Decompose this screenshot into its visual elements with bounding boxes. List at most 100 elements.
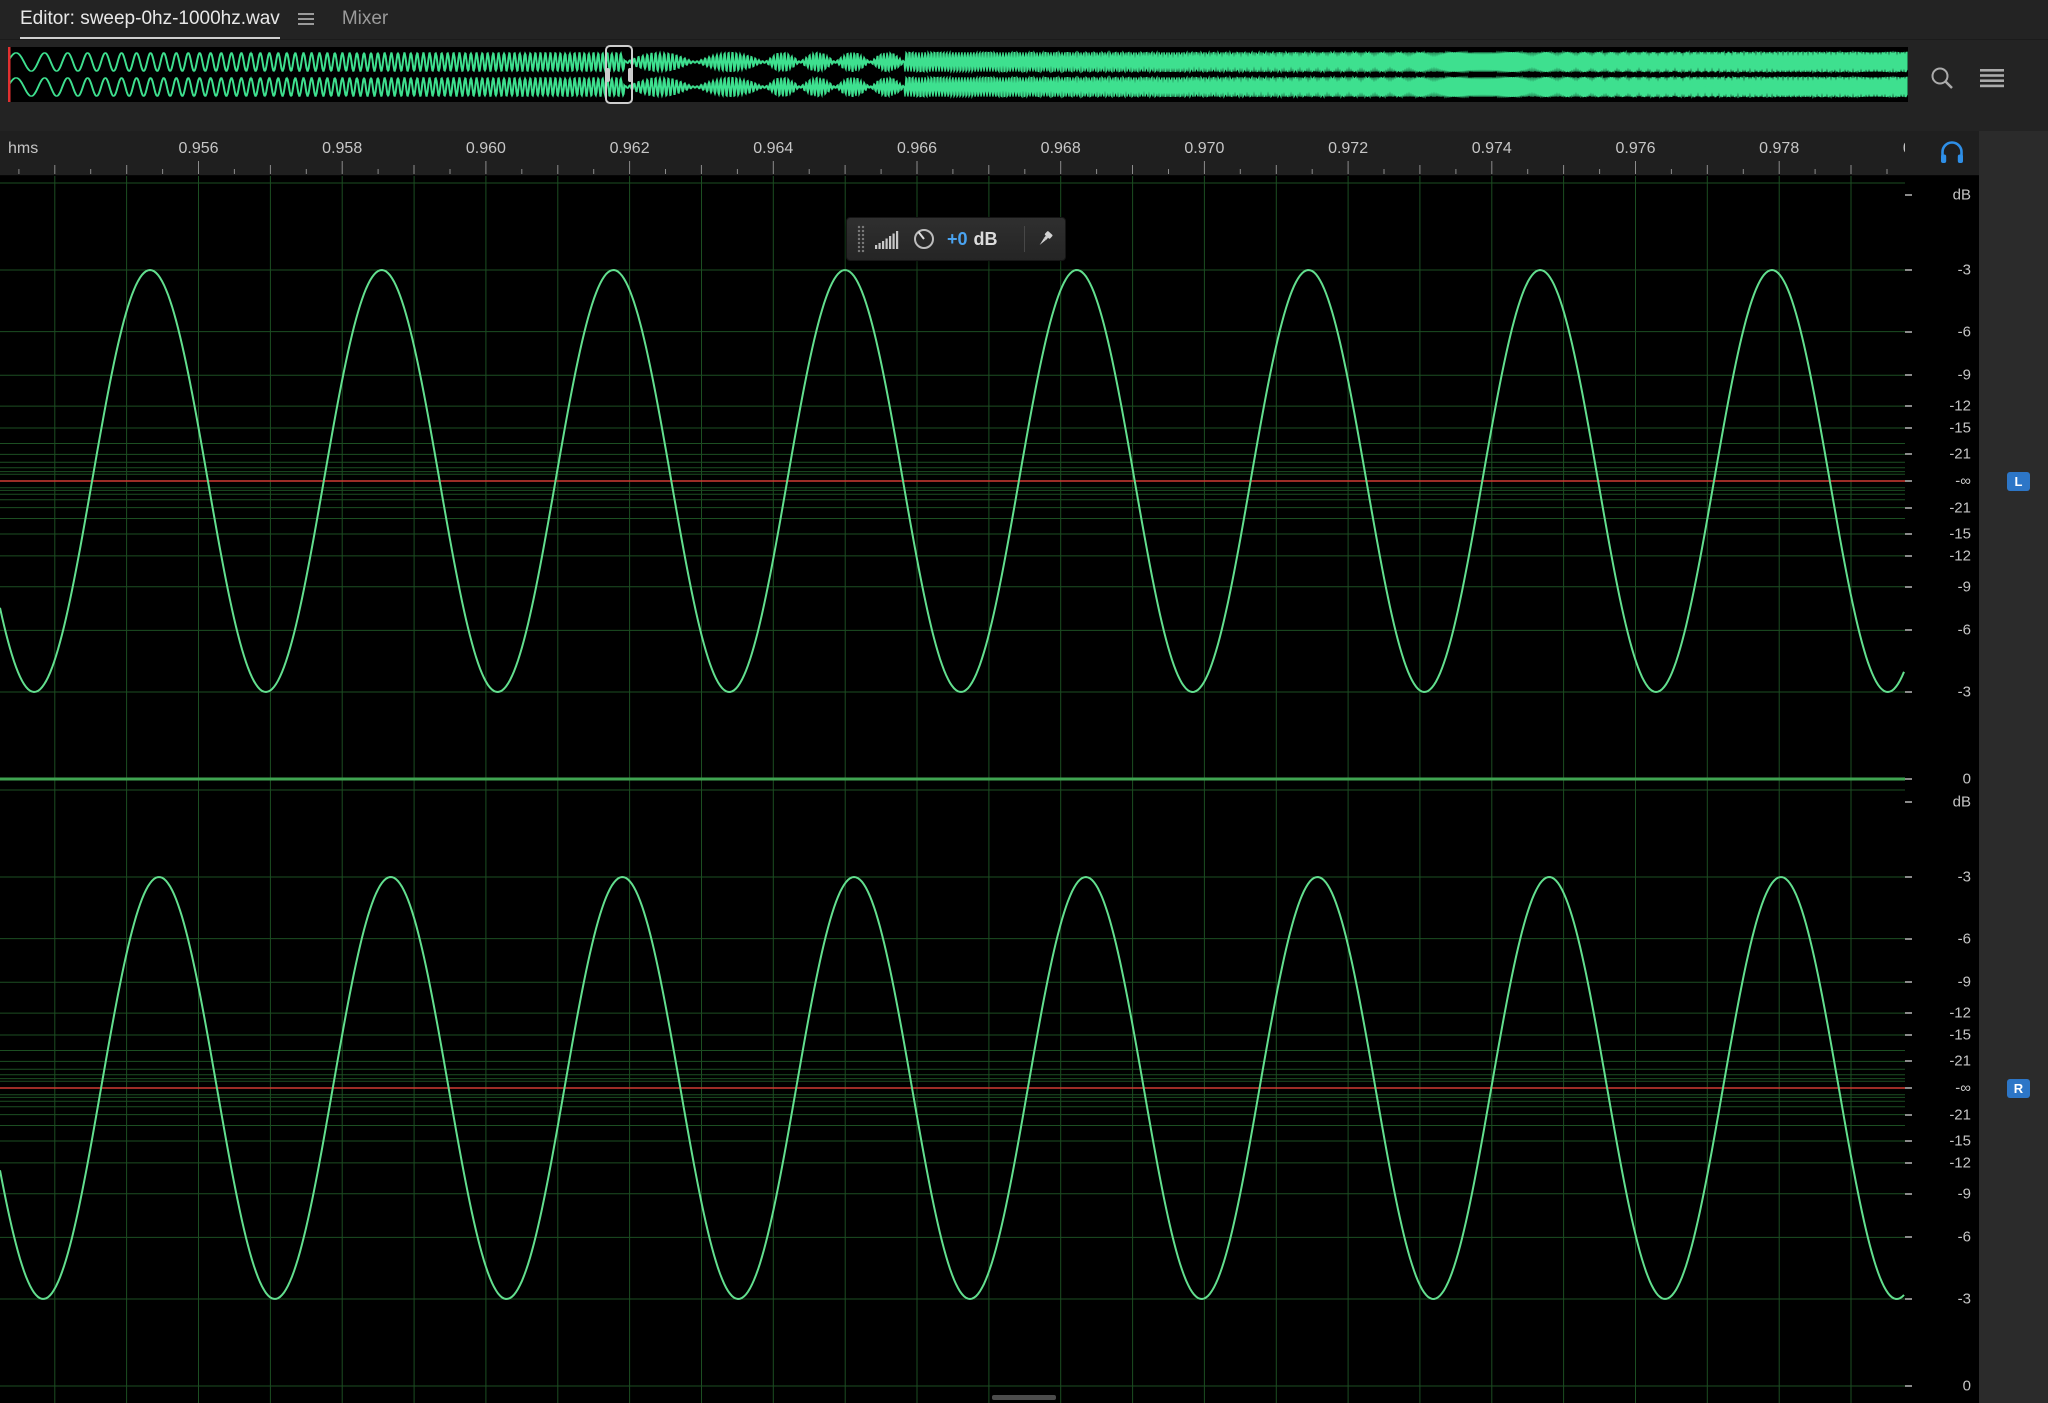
db-label: dB [1952,793,1971,811]
svg-text:0.970: 0.970 [1184,140,1224,157]
waveform-editor-area: dB -3 -6 -9 -12 -15 -21 -∞ -21 -15 -12 -9 -6 -3 0 dB -3 -… [0,176,1979,1403]
db-label: -21 [1949,499,1971,517]
db-tick [1905,480,1912,482]
db-tick [1905,405,1912,408]
ruler-clip: hms 0.956 0.958 0.960 0.962 0.964 0.966 0.968 0.… [0,131,1905,175]
tab-editor[interactable]: Editor: sweep-0hz-1000hz.wav [20,0,280,39]
db-tick [1905,533,1912,535]
db-tick [1905,1060,1912,1063]
svg-text:0.974: 0.974 [1472,140,1512,157]
svg-text:0.976: 0.976 [1615,140,1655,157]
db-label: -21 [1949,1052,1971,1070]
channel-badge-R[interactable]: R [2007,1079,2030,1098]
headphones-icon [1941,141,1963,163]
db-tick [1905,778,1912,780]
db-tick [1905,801,1912,803]
db-label: -15 [1949,419,1971,437]
svg-text:0.960: 0.960 [466,140,506,157]
monitor-headphones-icon[interactable] [1938,139,1966,172]
gain-unit: dB [973,228,998,249]
db-tick [1905,981,1912,984]
db-label: -9 [1957,1185,1971,1203]
db-tick [1905,1012,1912,1015]
db-label: -15 [1949,1026,1971,1044]
db-tick [1905,691,1912,693]
amplitude-db-scale[interactable]: dB -3 -6 -9 -12 -15 -21 -∞ -21 -15 -12 -9 -6 -3 0 dB -3 -… [1905,176,1979,1403]
db-tick [1905,554,1912,557]
svg-text:hms: hms [8,140,38,157]
svg-text:0.964: 0.964 [753,140,793,157]
db-label: -21 [1949,445,1971,463]
db-label: -6 [1957,323,1971,341]
hud-gain-panel: +0 dB [846,217,1066,261]
db-tick [1905,1385,1912,1387]
db-label: -12 [1949,1154,1971,1172]
db-label: -15 [1949,525,1971,543]
db-tick [1905,1192,1912,1195]
hud-separator [1024,226,1025,252]
db-tick [1905,1140,1912,1142]
db-label: -∞ [1955,1079,1971,1097]
horizontal-scrollbar-thumb[interactable] [992,1395,1056,1400]
channel-badge-strip: LR [1979,131,2048,1403]
viewport-handle-left[interactable] [606,67,610,82]
db-tick [1905,1087,1912,1089]
db-tick [1905,269,1912,271]
svg-text:0.956: 0.956 [178,140,218,157]
db-tick [1905,427,1912,429]
db-tick [1905,937,1912,940]
channel-badge-L[interactable]: L [2007,472,2030,491]
svg-text:0.972: 0.972 [1328,140,1368,157]
overview-viewport-selector[interactable] [605,45,633,104]
db-label: -9 [1957,973,1971,991]
gain-value: +0 [947,228,968,249]
panel-tab-bar: Editor: sweep-0hz-1000hz.wav Mixer [0,0,2048,40]
tab-mixer[interactable]: Mixer [342,0,388,39]
db-label: -12 [1949,1004,1971,1022]
svg-text:0.958: 0.958 [322,140,362,157]
db-label: 0 [1962,1377,1971,1395]
db-label: -15 [1949,1132,1971,1150]
db-label: -3 [1957,1290,1971,1308]
overview-row [0,40,2048,131]
panel-menu-icon[interactable] [297,0,314,39]
svg-text:0.968: 0.968 [1041,140,1081,157]
db-label: dB [1952,186,1971,204]
db-tick [1905,506,1912,509]
pin-icon[interactable] [1035,229,1055,249]
display-options-icon[interactable] [1980,67,2006,89]
db-tick [1905,374,1912,377]
db-tick [1905,330,1912,333]
timeline-ruler[interactable]: hms 0.956 0.958 0.960 0.962 0.964 0.966 0.968 0.… [0,131,2048,176]
tab-mixer-label: Mixer [341,7,389,29]
db-tick [1905,1034,1912,1036]
db-tick [1905,1161,1912,1164]
tab-editor-label: Editor: sweep-0hz-1000hz.wav [20,7,280,29]
db-label: -3 [1957,261,1971,279]
db-tick [1905,1236,1912,1239]
db-label: -6 [1957,1228,1971,1246]
hud-grip-handle[interactable] [857,225,865,253]
overview-toolbar [1928,64,2006,92]
db-label: -6 [1957,621,1971,639]
db-label: -6 [1957,930,1971,948]
svg-text:0.962: 0.962 [610,140,650,157]
waveform-display[interactable] [0,176,1905,1403]
db-label: -∞ [1955,472,1971,490]
db-tick [1905,585,1912,588]
svg-text:0.978: 0.978 [1759,140,1799,157]
viewport-handle-right[interactable] [628,67,632,82]
db-tick [1905,876,1912,878]
overview-waveform-strip[interactable] [8,47,1908,102]
gain-readout[interactable]: +0 dB [947,229,998,250]
db-label: -9 [1957,578,1971,596]
gain-knob-icon[interactable] [911,226,937,252]
db-label: 0 [1962,770,1971,788]
zoom-icon[interactable] [1928,64,1956,92]
db-label: -21 [1949,1106,1971,1124]
hamburger-icon [297,13,314,25]
svg-text:0.980: 0.980 [1903,140,1905,157]
ruler-ticks: hms 0.956 0.958 0.960 0.962 0.964 0.966 0.968 0.… [8,140,1905,174]
db-tick [1905,1298,1912,1300]
db-tick [1905,194,1912,196]
